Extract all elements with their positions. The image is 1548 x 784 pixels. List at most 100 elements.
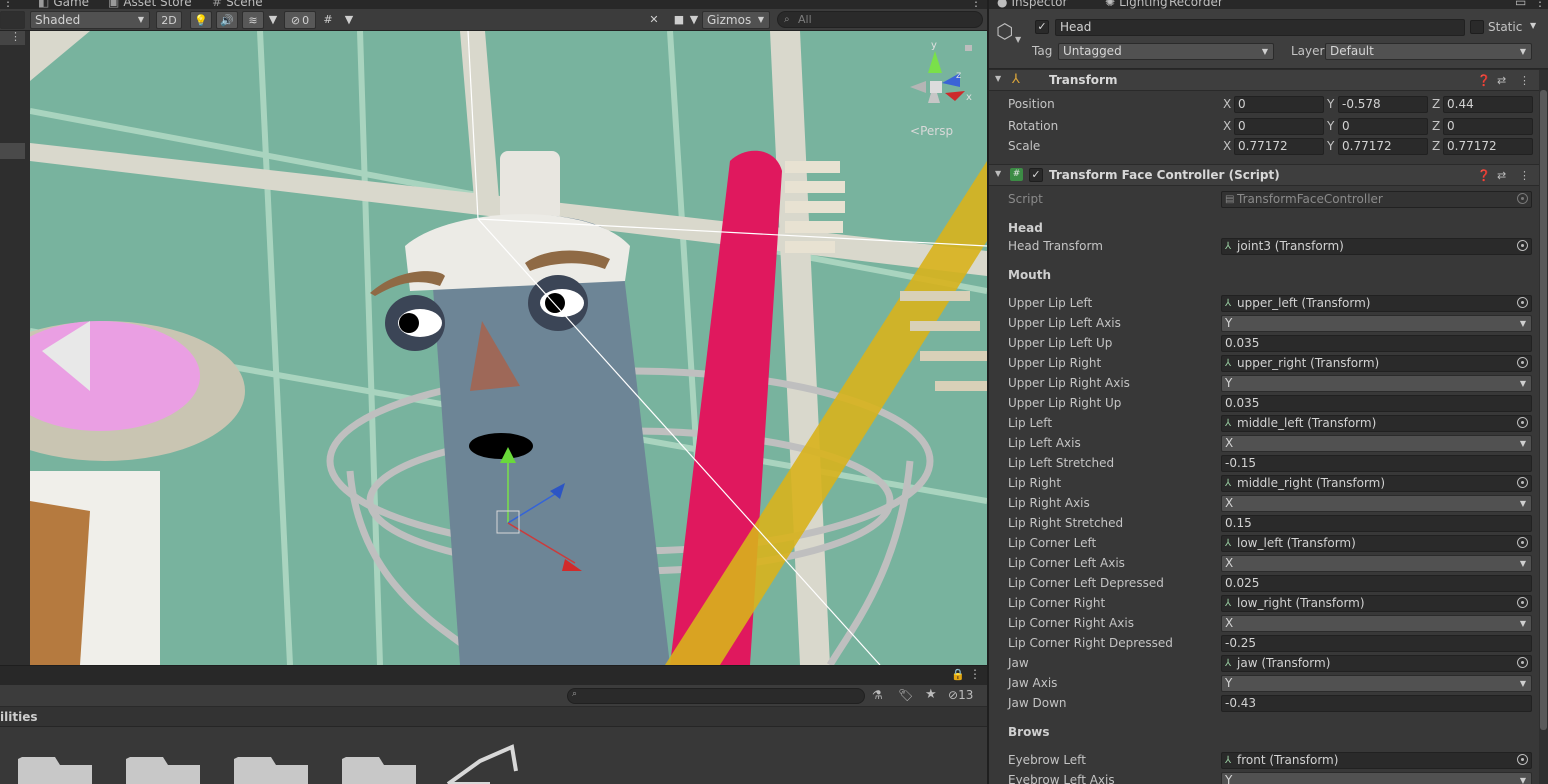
lock-icon[interactable]: 🔒 (951, 668, 965, 681)
float-field[interactable]: 0.025 (1221, 575, 1532, 592)
axis-dropdown[interactable]: Y ▼ (1221, 375, 1532, 392)
foldout-arrow-icon[interactable]: ▼ (995, 74, 1001, 83)
position-y-field[interactable]: -0.578 (1338, 96, 1428, 113)
object-picker-icon[interactable] (1517, 754, 1528, 765)
object-picker-icon[interactable] (1517, 477, 1528, 488)
rotation-x-field[interactable]: 0 (1234, 118, 1324, 135)
filter-type-icon[interactable]: ⚗ (872, 688, 883, 702)
static-dropdown-arrow[interactable]: ▼ (1530, 21, 1536, 30)
tab-inspector[interactable]: ● Inspector (997, 0, 1067, 9)
float-field[interactable]: -0.25 (1221, 635, 1532, 652)
scene-search-input[interactable]: ⌕ All (777, 11, 983, 28)
hierarchy-selected-row[interactable] (0, 143, 25, 159)
object-picker-icon[interactable] (1517, 357, 1528, 368)
transform-reference-field[interactable]: ⅄ middle_right (Transform) (1221, 475, 1532, 492)
breadcrumb-label[interactable]: ilities (0, 710, 37, 724)
float-field[interactable]: 0.15 (1221, 515, 1532, 532)
component-menu-icon[interactable]: ⋮ (1519, 169, 1530, 182)
scale-x-field[interactable]: 0.77172 (1234, 138, 1324, 155)
preset-icon[interactable]: ⇄ (1497, 169, 1506, 182)
gameobject-cube-icon[interactable]: ⬡ (996, 19, 1013, 43)
panel-menu-dots[interactable]: ⋮ (969, 667, 981, 681)
axis-dropdown[interactable]: X ▼ (1221, 615, 1532, 632)
scrollbar-thumb[interactable] (1540, 90, 1547, 730)
favorite-star-icon[interactable]: ★ (925, 687, 937, 702)
tab-menu-dots[interactable]: ⋮ (2, 0, 14, 9)
object-picker-icon[interactable] (1517, 297, 1528, 308)
grid-toggle[interactable]: # (320, 13, 336, 27)
folder-icon[interactable] (126, 757, 200, 784)
tools-button[interactable]: ✕ (646, 13, 662, 27)
scene-tab-menu[interactable]: ⋮ (970, 0, 982, 9)
transform-reference-field[interactable]: ⅄ front (Transform) (1221, 752, 1532, 769)
axis-dropdown[interactable]: Y ▼ (1221, 675, 1532, 692)
position-z-field[interactable]: 0.44 (1443, 96, 1533, 113)
foldout-arrow-icon[interactable]: ▼ (995, 169, 1001, 178)
maximize-icon[interactable]: ▭ (1515, 0, 1526, 9)
transform-reference-field[interactable]: ⅄ low_right (Transform) (1221, 595, 1532, 612)
position-x-field[interactable]: 0 (1234, 96, 1324, 113)
tab-lighting[interactable]: ✺ Lighting (1105, 0, 1168, 9)
axis-dropdown[interactable]: Y ▼ (1221, 772, 1532, 784)
object-picker-icon[interactable] (1517, 657, 1528, 668)
folder-icon[interactable] (234, 757, 308, 784)
prefab-model-icon[interactable] (446, 744, 518, 784)
camera-settings-button[interactable]: ■ (670, 13, 688, 27)
float-field[interactable]: -0.15 (1221, 455, 1532, 472)
hierarchy-menu-button[interactable]: ⋮ (0, 30, 25, 45)
toggle-2d-button[interactable]: 2D (156, 11, 182, 29)
scale-y-field[interactable]: 0.77172 (1338, 138, 1428, 155)
axis-dropdown[interactable]: X ▼ (1221, 555, 1532, 572)
axis-dropdown[interactable]: X ▼ (1221, 495, 1532, 512)
camera-dropdown-arrow[interactable]: ▼ (688, 13, 700, 27)
chevron-down-icon[interactable]: ▼ (1015, 35, 1021, 44)
tab-asset-store[interactable]: ▣ Asset Store (108, 0, 192, 9)
inspector-tab-menu[interactable]: ⋮ (1534, 0, 1546, 9)
face-controller-header[interactable]: ▼ # ✓ Transform Face Controller (Script)… (989, 164, 1548, 186)
float-field[interactable]: -0.43 (1221, 695, 1532, 712)
tab-recorder[interactable]: Recorder (1169, 0, 1223, 9)
transform-reference-field[interactable]: ⅄ middle_left (Transform) (1221, 415, 1532, 432)
preset-icon[interactable]: ⇄ (1497, 74, 1506, 87)
projection-toggle[interactable]: <Persp (910, 124, 953, 138)
tab-scene[interactable]: # Scene (212, 0, 263, 9)
effects-toggle[interactable]: ≋ (242, 11, 264, 29)
axis-dropdown[interactable]: X ▼ (1221, 435, 1532, 452)
grid-dropdown-arrow[interactable]: ▼ (342, 13, 356, 27)
rotation-y-field[interactable]: 0 (1338, 118, 1428, 135)
scale-z-field[interactable]: 0.77172 (1443, 138, 1533, 155)
head-transform-field[interactable]: ⅄ joint3 (Transform) (1221, 238, 1532, 255)
shading-mode-dropdown[interactable]: Shaded ▼ (30, 11, 150, 29)
component-enabled-checkbox[interactable]: ✓ (1029, 168, 1043, 182)
transform-reference-field[interactable]: ⅄ jaw (Transform) (1221, 655, 1532, 672)
inspector-scrollbar[interactable] (1539, 70, 1548, 784)
float-field[interactable]: 0.035 (1221, 335, 1532, 352)
object-name-field[interactable]: Head (1055, 19, 1465, 36)
rotation-z-field[interactable]: 0 (1443, 118, 1533, 135)
static-checkbox[interactable] (1470, 20, 1484, 34)
folder-icon[interactable] (18, 757, 92, 784)
lighting-toggle[interactable]: 💡 (190, 11, 212, 29)
axis-dropdown[interactable]: Y ▼ (1221, 315, 1532, 332)
tag-dropdown[interactable]: Untagged ▼ (1058, 43, 1274, 60)
project-search-input[interactable]: ⌕ (567, 688, 865, 704)
transform-reference-field[interactable]: ⅄ low_left (Transform) (1221, 535, 1532, 552)
transform-reference-field[interactable]: ⅄ upper_right (Transform) (1221, 355, 1532, 372)
hidden-packages-toggle[interactable]: ⊘13 (948, 688, 973, 702)
tab-game[interactable]: ◧ Game (38, 0, 89, 9)
gizmos-dropdown[interactable]: Gizmos ▼ (702, 11, 770, 29)
effects-dropdown-arrow[interactable]: ▼ (266, 13, 280, 27)
object-picker-icon[interactable] (1517, 597, 1528, 608)
object-picker-icon[interactable] (1517, 537, 1528, 548)
help-icon[interactable]: ❓ (1477, 74, 1491, 87)
component-menu-icon[interactable]: ⋮ (1519, 74, 1530, 87)
transform-component-header[interactable]: ▼ ⅄ Transform ❓ ⇄ ⋮ (989, 69, 1548, 91)
object-picker-icon[interactable] (1517, 417, 1528, 428)
label-tag-icon[interactable]: 🏷 (898, 688, 913, 702)
layer-dropdown[interactable]: Default ▼ (1325, 43, 1532, 60)
gizmo-center-cube[interactable] (930, 81, 942, 93)
folder-icon[interactable] (342, 757, 416, 784)
float-field[interactable]: 0.035 (1221, 395, 1532, 412)
transform-reference-field[interactable]: ⅄ upper_left (Transform) (1221, 295, 1532, 312)
scene-viewport[interactable]: y z x (30, 31, 987, 665)
